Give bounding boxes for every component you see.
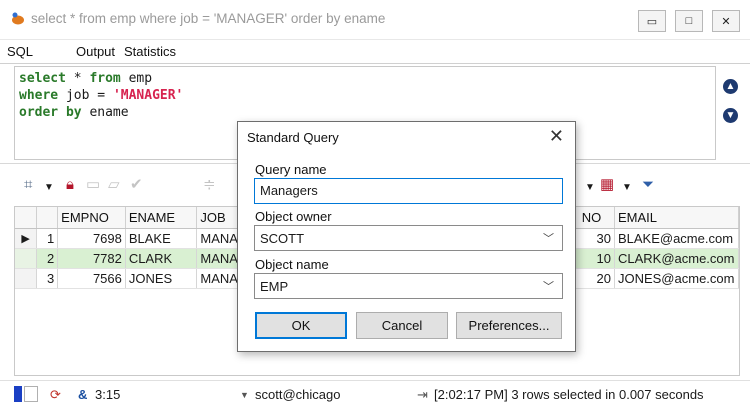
object-owner-value: SCOTT [260,231,305,246]
column-header-deptno[interactable]: NO [578,207,615,229]
cell-deptno[interactable]: 20 [578,268,615,289]
cell-job[interactable]: MANA [196,268,242,289]
cell-empno[interactable]: 7698 [57,228,126,249]
sql-line-1: select * from emp [19,71,153,86]
maximize-button[interactable]: □ [675,10,703,32]
row-indicator-header [15,207,38,229]
row-number: 3 [36,268,59,289]
row-number: 2 [36,248,59,269]
standard-query-dialog: Standard Query ✕ Query name Managers Obj… [237,121,576,352]
column-header-empno[interactable]: EMPNO [57,207,126,229]
cell-ename[interactable]: BLAKE [125,228,198,249]
cell-email[interactable]: JONES@acme.com [614,268,739,289]
autocommit-icon[interactable]: ⟳ [50,387,61,403]
maximize-icon: □ [685,15,693,27]
history-down-icon[interactable]: ▼ [723,108,738,123]
row-number-header [36,207,59,229]
insert-record-icon: ▭ [86,176,101,193]
ok-button[interactable]: OK [255,312,347,339]
connection-label[interactable]: scott@chicago [255,387,340,402]
dialog-close-icon[interactable]: ✕ [549,126,564,146]
object-owner-label: Object owner [255,209,332,224]
row-indicator [15,248,38,269]
cell-email[interactable]: BLAKE@acme.com [614,228,739,249]
cell-job[interactable]: MANA [196,228,242,249]
chevron-down-icon[interactable]: ▼ [44,180,54,196]
close-button[interactable]: ✕ [712,10,740,32]
tab-sql[interactable]: SQL [7,44,33,59]
column-header-email[interactable]: EMAIL [614,207,739,229]
cursor-position: 3:15 [95,387,121,402]
cell-empno[interactable]: 7782 [57,248,126,269]
title-bar: select * from emp where job = 'MANAGER' … [0,0,750,40]
current-row-icon: ▶ [15,228,38,249]
object-owner-select[interactable]: SCOTT ﹀ [254,225,563,251]
check-icon: ✔ [130,176,143,193]
chevron-down-icon[interactable]: ▼ [240,390,249,400]
cursor-icon: & [78,387,88,402]
dialog-title: Standard Query [247,130,339,145]
filter-icon[interactable]: ⏷ [642,177,654,193]
cell-deptno[interactable]: 10 [578,248,615,269]
tab-statistics[interactable]: Statistics [124,44,176,59]
row-number: 1 [36,228,59,249]
object-name-value: EMP [260,279,289,294]
tab-divider [0,63,750,64]
window-title: select * from emp where job = 'MANAGER' … [31,11,386,26]
cell-empno[interactable]: 7566 [57,268,126,289]
record-nav-icon[interactable]: ⌗ [24,177,32,193]
cell-email[interactable]: CLARK@acme.com [614,248,739,269]
progress-track [24,386,38,402]
row-indicator [15,268,38,289]
filter-disabled-icon: ≑ [203,176,216,193]
cell-ename[interactable]: JONES [125,268,198,289]
chevron-down-icon[interactable]: ▼ [622,180,632,196]
query-name-label: Query name [255,162,327,177]
minimize-button[interactable]: ▭ [638,10,666,32]
lock-icon[interactable]: 🔒︎ [66,177,74,193]
app-icon [12,12,24,25]
pin-icon: ⇥ [417,387,428,402]
close-icon: ✕ [721,15,731,28]
object-name-select[interactable]: EMP ﹀ [254,273,563,299]
tab-bar: SQL Output Statistics [0,41,750,63]
cell-job[interactable]: MANA [196,248,242,269]
chevron-down-icon: ﹀ [543,281,554,293]
status-bar: ⟳ & 3:15 ▼ scott@chicago ⇥ [2:02:17 PM] … [0,380,750,407]
edit-record-icon: ▱ [108,176,120,193]
status-message: [2:02:17 PM] 3 rows selected in 0.007 se… [434,387,704,402]
cell-deptno[interactable]: 30 [578,228,615,249]
column-header-ename[interactable]: ENAME [125,207,198,229]
chevron-down-icon[interactable]: ▼ [585,180,595,196]
cancel-button[interactable]: Cancel [356,312,448,339]
history-up-icon[interactable]: ▲ [723,79,738,94]
minimize-icon: ▭ [646,15,658,28]
sql-line-2: where job = 'MANAGER' [19,88,184,103]
object-name-label: Object name [255,257,329,272]
column-header-job[interactable]: JOB [196,207,242,229]
preferences-button[interactable]: Preferences... [456,312,562,339]
sql-line-3: order by ename [19,105,129,120]
cell-ename[interactable]: CLARK [125,248,198,269]
chevron-down-icon: ﹀ [543,233,554,245]
progress-indicator [14,386,22,402]
tab-output[interactable]: Output [76,44,115,59]
export-icon[interactable]: ▦ [600,177,614,193]
query-name-input[interactable]: Managers [254,178,563,204]
